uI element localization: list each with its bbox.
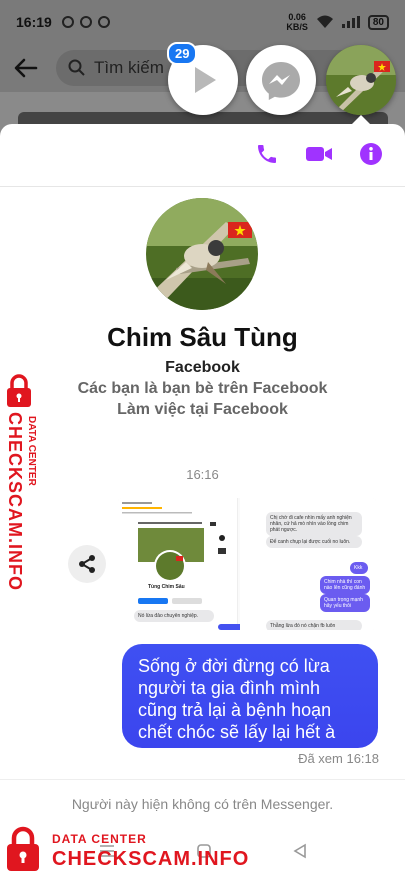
lock-icon (7, 826, 39, 871)
header-divider (0, 186, 405, 187)
screenshot-profile-name: Tùng Chim Sâu (148, 584, 185, 590)
bird-photo (146, 198, 258, 310)
bird-photo-thumbnail (326, 45, 396, 115)
shared-screenshot-image[interactable]: Tùng Chim Sâu Nó lừa đảo chuyên nghiệp. … (118, 498, 376, 630)
screenshot-gray-bubble-3: Thằng lừa đó nó chặn fb luôn (266, 620, 362, 630)
contact-chat-head-avatar[interactable] (326, 45, 396, 115)
screenshot-button-2 (172, 598, 202, 604)
friendship-status: Các bạn là bạn bè trên Facebook (77, 380, 328, 397)
screenshot-purple-bubble-2: Chim nhà thì con nào lên cũng đánh (320, 576, 370, 594)
watermark-bottom: DATA CENTER CHECKSCAM.INFO (4, 826, 264, 876)
signal-icon (341, 16, 360, 28)
play-icon (195, 67, 216, 93)
seen-status: Đã xem 16:18 (298, 751, 379, 766)
screenshot-button (138, 598, 168, 604)
screenshot-profile-panel: Tùng Chim Sâu Nó lừa đảo chuyên nghiệp. (118, 498, 248, 630)
lock-icon (7, 374, 31, 407)
sent-message-bubble[interactable]: Sống ở đời đừng có lừa người ta gia đình… (122, 644, 378, 748)
screenshot-purple-bubble-3: Quan trọng mạnh hãy yếu thôi (320, 594, 370, 612)
chat-actions (255, 142, 383, 166)
work-info: Làm việc tại Facebook (117, 401, 288, 418)
screenshot-left-caption: Nó lừa đảo chuyên nghiệp. (134, 610, 214, 622)
chat-sheet: Chim Sâu Tùng Facebook Các bạn là bạn bè… (0, 124, 405, 878)
back-nav-icon[interactable] (292, 843, 308, 859)
unavailable-notice: Người này hiện không có trên Messenger. (71, 796, 334, 812)
screenshot-gray-bubble-1: Chị chờ đi cafe nhìn mấy anh nghiện nhân… (266, 512, 362, 536)
watermark-side-small: DATA CENTER (26, 416, 37, 486)
share-button[interactable] (68, 545, 106, 583)
screenshot-chat-panel: Chị chờ đi cafe nhìn mấy anh nghiện nhân… (240, 498, 376, 630)
messenger-chat-head[interactable] (246, 45, 316, 115)
contact-name: Chim Sâu Tùng (107, 322, 298, 352)
search-icon (68, 59, 85, 76)
watermark-side: CHECKSCAM.INFO DATA CENTER (2, 374, 44, 591)
notification-icon (97, 16, 110, 28)
back-arrow-icon[interactable] (12, 54, 40, 82)
screenshot-purple-bubble-1: Kkk (350, 562, 368, 574)
watermark-side-big: CHECKSCAM.INFO (5, 412, 25, 591)
profile-avatar[interactable] (146, 198, 258, 310)
share-icon (79, 555, 95, 573)
phone-call-icon[interactable] (255, 142, 279, 166)
wifi-icon (316, 15, 333, 28)
status-time: 16:19 (16, 14, 52, 30)
messenger-notification-icon-2 (79, 16, 92, 28)
battery-icon: 80 (367, 14, 389, 30)
screenshot-gray-bubble-2: Để canh chụp lại được cuối no luôn. (266, 536, 362, 548)
messenger-notification-icon (61, 16, 74, 28)
notice-divider (0, 779, 405, 780)
messenger-icon (262, 62, 300, 100)
status-bar: 16:19 0.06 KB/S 80 (0, 0, 405, 44)
contact-source: Facebook (165, 359, 240, 376)
unread-badge: 29 (167, 42, 198, 65)
info-icon[interactable] (359, 142, 383, 166)
network-speed: 0.06 KB/S (286, 12, 308, 32)
watermark-bottom-small: DATA CENTER (52, 832, 147, 846)
message-timestamp: 16:16 (186, 467, 219, 482)
watermark-bottom-big: CHECKSCAM.INFO (52, 848, 250, 870)
video-call-icon[interactable] (305, 142, 333, 166)
